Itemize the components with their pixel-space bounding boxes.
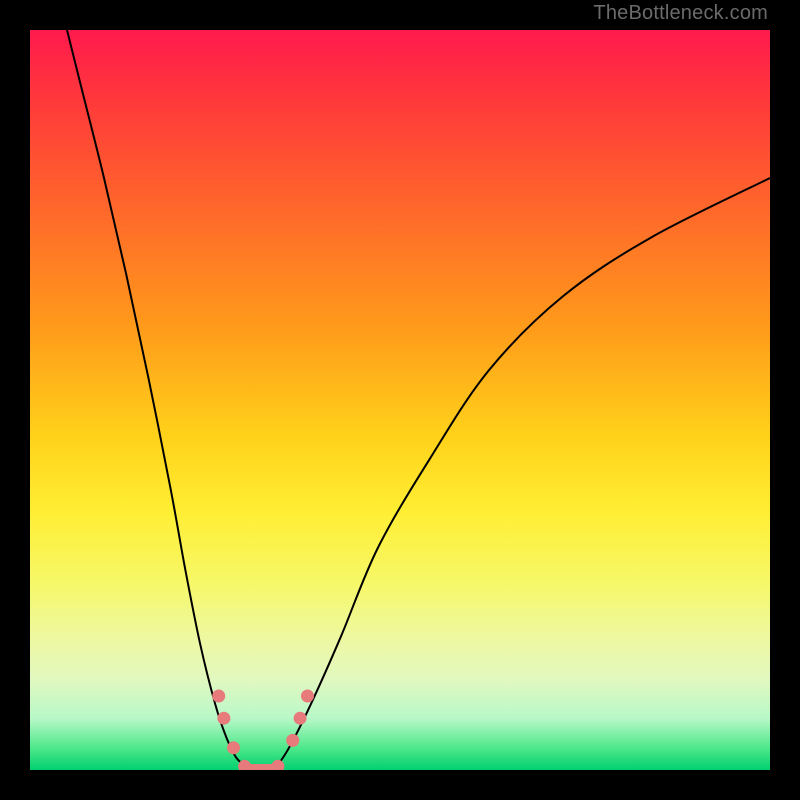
watermark-text: TheBottleneck.com bbox=[593, 2, 768, 25]
chart-plot-area bbox=[30, 30, 770, 770]
marker-dot bbox=[301, 690, 314, 703]
marker-dot bbox=[227, 741, 240, 754]
chart-svg bbox=[30, 30, 770, 770]
marker-dot bbox=[286, 734, 299, 747]
marker-dot bbox=[271, 760, 284, 770]
left-curve bbox=[67, 30, 252, 770]
marker-dot bbox=[217, 712, 230, 725]
right-curve bbox=[274, 178, 770, 770]
marker-dot bbox=[212, 690, 225, 703]
marker-dot bbox=[294, 712, 307, 725]
